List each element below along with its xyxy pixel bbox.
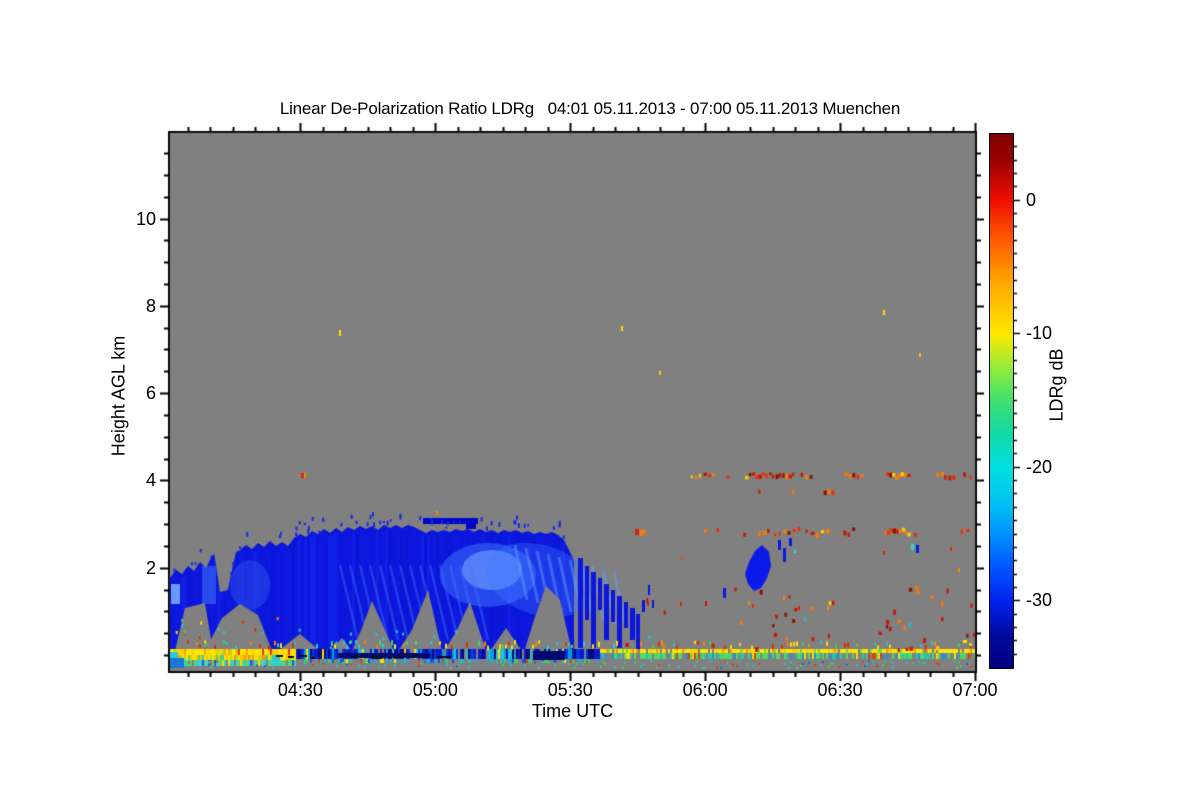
x-tick-label: 07:00 — [952, 680, 998, 700]
y-tick-label: 10 — [135, 208, 156, 229]
colorbar-tick-label: -10 — [1026, 323, 1053, 344]
x-tick-label: 06:00 — [682, 680, 728, 700]
y-tick-label: 8 — [145, 295, 156, 316]
x-tick-label: 04:30 — [277, 680, 323, 700]
x-tick-label: 05:30 — [547, 680, 593, 700]
quicklook-chart: Linear De-Polarization Ratio LDRg 04:01 … — [0, 0, 1200, 800]
colorbar-tick-label: -30 — [1026, 590, 1053, 611]
x-tick-label: 06:30 — [817, 680, 863, 700]
chart-title: Linear De-Polarization Ratio LDRg 04:01 … — [279, 99, 901, 118]
colorbar-tick-label: -20 — [1026, 456, 1053, 477]
x-axis-label: Time UTC — [531, 701, 614, 721]
y-tick-label: 6 — [145, 383, 156, 404]
colorbar-label: LDRg dB — [1046, 348, 1067, 422]
colorbar-gradient — [989, 133, 1014, 669]
colorbar-tick-label: 0 — [1026, 189, 1037, 210]
y-tick-label: 4 — [145, 470, 156, 491]
x-tick-label: 05:00 — [412, 680, 458, 700]
y-tick-label: 2 — [145, 557, 156, 578]
